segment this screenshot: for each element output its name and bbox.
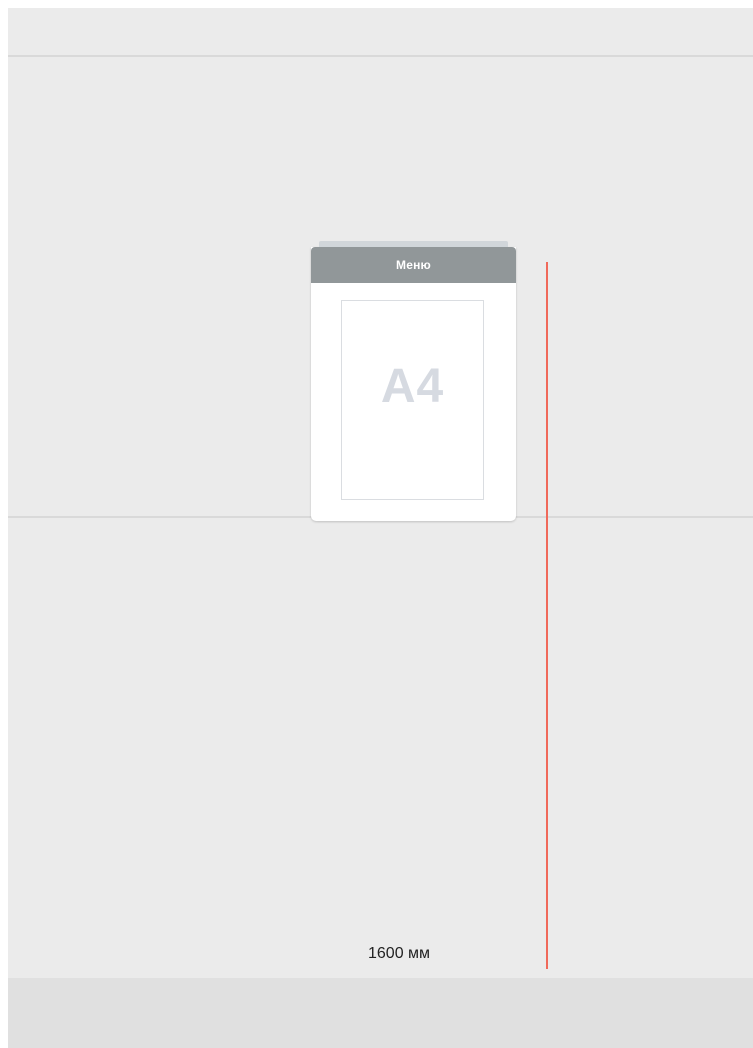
a4-sheet: A4 xyxy=(341,300,484,500)
floor-area xyxy=(8,978,753,1048)
page-canvas: Меню A4 1600 мм xyxy=(0,0,753,1048)
upper-guide-line xyxy=(8,55,753,57)
menu-title: Меню xyxy=(396,258,431,272)
menu-holder[interactable]: Меню A4 xyxy=(311,241,516,521)
menu-holder-header: Меню xyxy=(311,247,516,283)
wall-scene: Меню A4 1600 мм xyxy=(8,8,753,1048)
height-measure-label: 1600 мм xyxy=(368,945,431,962)
a4-label: A4 xyxy=(380,360,445,413)
height-measure-line xyxy=(546,262,548,969)
